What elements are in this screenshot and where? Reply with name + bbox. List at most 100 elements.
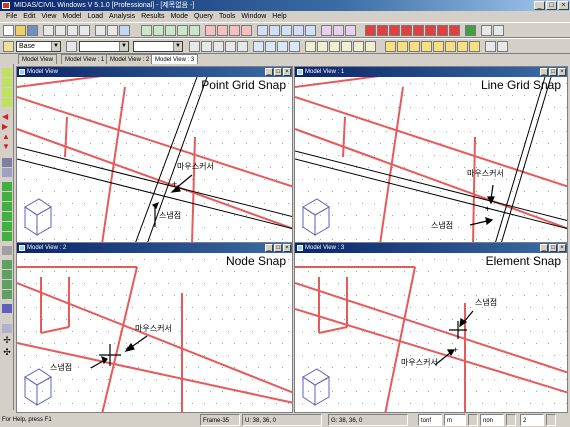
- unselect-icon[interactable]: [289, 41, 300, 52]
- model-view-point-grid[interactable]: Model View _ □ × + Point Grid Snap 마우스커서…: [16, 66, 293, 243]
- green-cube-icon-2[interactable]: [2, 192, 12, 201]
- view-icon-5[interactable]: [433, 41, 444, 52]
- green-cube-icon-5[interactable]: [2, 222, 12, 231]
- boundary-icon[interactable]: [257, 25, 268, 36]
- display-option-icon-3[interactable]: [329, 41, 340, 52]
- model-view-line-grid[interactable]: Model View : 1 _ □ × + Line Grid Snap 마우…: [294, 66, 568, 243]
- print-preview-icon[interactable]: [107, 25, 118, 36]
- deformed-shape-icon[interactable]: [345, 25, 356, 36]
- menu-edit[interactable]: Edit: [23, 11, 35, 22]
- minimize-button[interactable]: _: [265, 244, 273, 252]
- green-cube-icon-3[interactable]: [2, 202, 12, 211]
- select-polygon-icon[interactable]: [237, 41, 248, 52]
- display-option-icon-6[interactable]: [365, 41, 376, 52]
- tab-model-view-2[interactable]: Model View : 2: [106, 54, 154, 64]
- move-icon[interactable]: ✢: [2, 336, 12, 345]
- copy-node-icon[interactable]: [229, 25, 240, 36]
- select-icon[interactable]: [2, 324, 12, 333]
- arrow-right-icon[interactable]: ▶: [2, 122, 12, 131]
- tab-model-view-1[interactable]: Model View : 1: [61, 54, 109, 64]
- red-tool-icon-5[interactable]: [413, 25, 424, 36]
- menu-model[interactable]: Model: [62, 11, 81, 22]
- grid-icon[interactable]: [141, 25, 152, 36]
- display-option-icon-2[interactable]: [317, 41, 328, 52]
- arrow-left-icon[interactable]: ◀: [2, 112, 12, 121]
- tab-model-view[interactable]: Model View: [18, 54, 57, 64]
- base-combo[interactable]: Base ▼: [16, 41, 61, 52]
- pan-icon[interactable]: ✣: [2, 348, 12, 357]
- model-view-element-snap[interactable]: Model View : 3 _ □ × + Element Snap 스냅점 …: [294, 242, 568, 413]
- hidden-icon[interactable]: [497, 41, 508, 52]
- select-window-icon[interactable]: [225, 41, 236, 52]
- display-option-icon-1[interactable]: [305, 41, 316, 52]
- minimize-button[interactable]: _: [540, 244, 548, 252]
- menu-tools[interactable]: Tools: [219, 11, 235, 22]
- iso-view-icon[interactable]: [485, 41, 496, 52]
- arrow-up-icon[interactable]: ▲: [2, 132, 12, 141]
- help-icon[interactable]: [119, 25, 130, 36]
- display-option-icon-4[interactable]: [341, 41, 352, 52]
- arrow-down-icon[interactable]: ▼: [2, 142, 12, 151]
- view-icon-1[interactable]: [385, 41, 396, 52]
- render-icon-2[interactable]: [2, 270, 12, 279]
- save-icon[interactable]: [27, 25, 38, 36]
- material-icon[interactable]: [293, 25, 304, 36]
- zoom-all-icon[interactable]: [2, 88, 12, 97]
- close-button[interactable]: ×: [558, 1, 569, 10]
- close-button[interactable]: ×: [558, 244, 566, 252]
- view-icon-6[interactable]: [445, 41, 456, 52]
- context-help-icon[interactable]: [481, 25, 492, 36]
- select-element-icon[interactable]: [265, 41, 276, 52]
- analysis-icon[interactable]: [321, 25, 332, 36]
- measure-icon[interactable]: [2, 158, 12, 167]
- create-element-icon[interactable]: [217, 25, 228, 36]
- maximize-button[interactable]: □: [274, 68, 282, 76]
- menu-file[interactable]: File: [6, 11, 17, 22]
- unit-length-select[interactable]: m: [444, 414, 466, 426]
- menu-window[interactable]: Window: [241, 11, 266, 22]
- red-tool-icon-8[interactable]: [449, 25, 460, 36]
- menu-query[interactable]: Query: [194, 11, 213, 22]
- select-all-icon[interactable]: [277, 41, 288, 52]
- maximize-button[interactable]: □: [549, 244, 557, 252]
- plane-combo[interactable]: ▼: [79, 41, 129, 52]
- mode-select[interactable]: non: [480, 414, 504, 426]
- view-icon-4[interactable]: [421, 41, 432, 52]
- create-node-icon[interactable]: [205, 25, 216, 36]
- load-icon[interactable]: [281, 25, 292, 36]
- shrink-icon[interactable]: [2, 304, 12, 313]
- cut-icon[interactable]: [43, 25, 54, 36]
- close-button[interactable]: ×: [283, 244, 291, 252]
- copy-icon[interactable]: [55, 25, 66, 36]
- translate-icon[interactable]: [241, 25, 252, 36]
- group-combo[interactable]: ▼: [133, 41, 183, 52]
- structure-group-icon[interactable]: [3, 41, 14, 52]
- view-icon-8[interactable]: [469, 41, 480, 52]
- section-icon[interactable]: [305, 25, 316, 36]
- minimize-button[interactable]: _: [540, 68, 548, 76]
- maximize-button[interactable]: □: [549, 68, 557, 76]
- element-snap-icon[interactable]: [189, 25, 200, 36]
- extra-tool-icon[interactable]: [493, 25, 504, 36]
- menu-help[interactable]: Help: [272, 11, 286, 22]
- unit-force-select[interactable]: tonf: [418, 414, 442, 426]
- tab-model-view-3[interactable]: Model View : 3: [151, 54, 199, 64]
- menu-load[interactable]: Load: [87, 11, 103, 22]
- results-icon[interactable]: [333, 25, 344, 36]
- zoom-window-icon[interactable]: [189, 41, 200, 52]
- rotate-icon[interactable]: [2, 246, 12, 255]
- red-tool-icon-1[interactable]: [365, 25, 376, 36]
- view-icon-7[interactable]: [457, 41, 468, 52]
- zoom-out-icon[interactable]: [2, 78, 12, 87]
- menu-results[interactable]: Results: [141, 11, 164, 22]
- display-option-icon-5[interactable]: [353, 41, 364, 52]
- pan-icon[interactable]: [213, 41, 224, 52]
- zoom-fit-icon[interactable]: [201, 41, 212, 52]
- minimize-button[interactable]: _: [265, 68, 273, 76]
- model-view-node-snap[interactable]: Model View : 2 _ □ × + Node Snap 마우스커서 스…: [16, 242, 293, 413]
- render-icon-3[interactable]: [2, 280, 12, 289]
- print-icon[interactable]: [95, 25, 106, 36]
- chevron-down-icon[interactable]: ▼: [119, 42, 128, 51]
- green-tool-icon[interactable]: [465, 25, 476, 36]
- zoom-in-icon[interactable]: [2, 68, 12, 77]
